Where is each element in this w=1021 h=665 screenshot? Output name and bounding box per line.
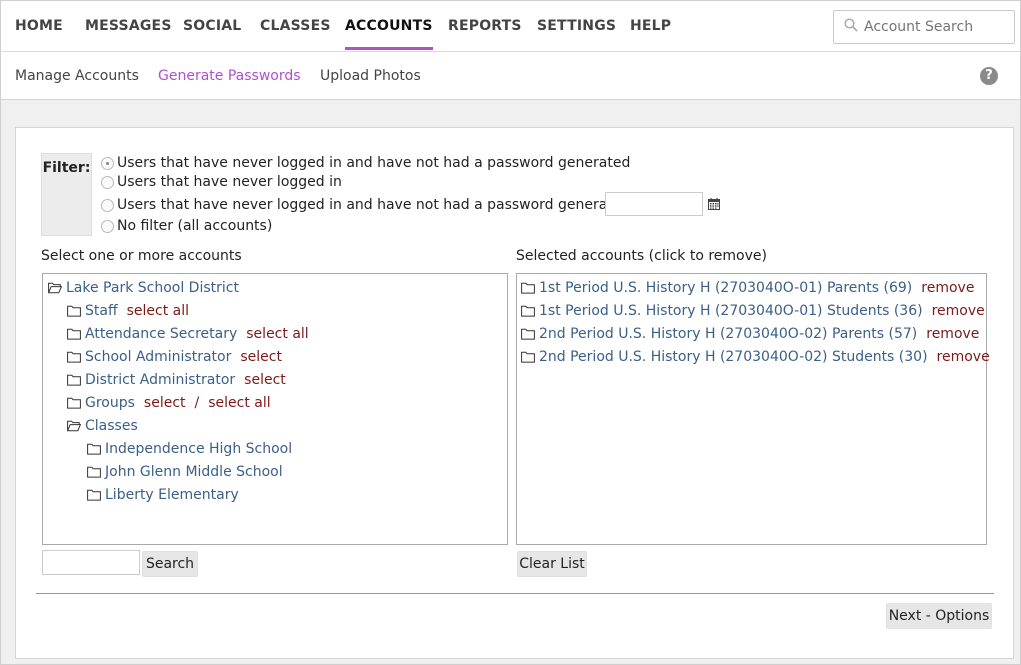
divider bbox=[36, 593, 994, 594]
nav-home[interactable]: HOME bbox=[15, 1, 63, 52]
filter-option-never-logged-no-password[interactable]: Users that have never logged in and have… bbox=[101, 153, 630, 173]
separator: / bbox=[195, 393, 200, 413]
selected-account-label[interactable]: 1st Period U.S. History H (2703040O-01) … bbox=[539, 278, 912, 298]
select-link[interactable]: select bbox=[240, 347, 282, 367]
selected-account-item[interactable]: 2nd Period U.S. History H (2703040O-02) … bbox=[521, 347, 990, 367]
tree-root[interactable]: Lake Park School District bbox=[48, 278, 239, 298]
radio-button[interactable] bbox=[101, 199, 114, 212]
radio-button[interactable] bbox=[101, 220, 114, 233]
nav-messages[interactable]: MESSAGES bbox=[85, 1, 172, 52]
filter-option-no-filter[interactable]: No filter (all accounts) bbox=[101, 216, 272, 236]
filter-option-label: Users that have never logged in bbox=[117, 174, 342, 190]
clear-list-button[interactable]: Clear List bbox=[517, 551, 587, 577]
filter-option-since-date[interactable]: Users that have never logged in and have… bbox=[101, 195, 671, 215]
filter-option-label: Users that have never logged in and have… bbox=[117, 197, 671, 213]
tree-item-school[interactable]: John Glenn Middle School bbox=[87, 462, 283, 482]
tree-label[interactable]: Classes bbox=[85, 416, 138, 436]
folder-icon bbox=[521, 282, 535, 294]
folder-icon bbox=[67, 305, 81, 317]
top-nav: HOME MESSAGES SOCIAL CLASSES ACCOUNTS RE… bbox=[1, 1, 1020, 52]
tree-item-staff[interactable]: Staff select all bbox=[67, 301, 189, 321]
folder-icon bbox=[87, 443, 101, 455]
folder-open-icon bbox=[48, 282, 62, 294]
selected-account-item[interactable]: 2nd Period U.S. History H (2703040O-02) … bbox=[521, 324, 979, 344]
search-button[interactable]: Search bbox=[142, 551, 198, 577]
subnav-upload-photos[interactable]: Upload Photos bbox=[320, 52, 421, 100]
since-date-input[interactable] bbox=[605, 192, 703, 216]
tree-label[interactable]: John Glenn Middle School bbox=[105, 462, 283, 482]
folder-icon bbox=[67, 328, 81, 340]
tree-item-groups[interactable]: Groups select / select all bbox=[67, 393, 271, 413]
tree-label[interactable]: School Administrator bbox=[85, 347, 231, 367]
tree-item-attendance-secretary[interactable]: Attendance Secretary select all bbox=[67, 324, 309, 344]
select-accounts-heading: Select one or more accounts bbox=[41, 248, 242, 264]
subnav-generate-passwords[interactable]: Generate Passwords bbox=[158, 52, 301, 100]
select-all-link[interactable]: select all bbox=[127, 301, 189, 321]
tree-label[interactable]: Independence High School bbox=[105, 439, 292, 459]
selected-account-label[interactable]: 1st Period U.S. History H (2703040O-01) … bbox=[539, 301, 923, 321]
folder-icon bbox=[87, 466, 101, 478]
subnav-manage-accounts[interactable]: Manage Accounts bbox=[15, 52, 139, 100]
select-all-link[interactable]: select all bbox=[208, 393, 270, 413]
tree-item-school[interactable]: Independence High School bbox=[87, 439, 292, 459]
selected-account-label[interactable]: 2nd Period U.S. History H (2703040O-02) … bbox=[539, 347, 928, 367]
account-search-input[interactable] bbox=[833, 10, 1015, 44]
folder-icon bbox=[87, 489, 101, 501]
remove-link[interactable]: remove bbox=[926, 324, 979, 344]
sub-nav: Manage Accounts Generate Passwords Uploa… bbox=[1, 52, 1020, 100]
filter-option-never-logged[interactable]: Users that have never logged in bbox=[101, 172, 342, 192]
next-options-button[interactable]: Next - Options bbox=[886, 603, 992, 629]
tree-label[interactable]: Staff bbox=[85, 301, 118, 321]
folder-icon bbox=[67, 397, 81, 409]
filter-option-label: Users that have never logged in and have… bbox=[117, 155, 630, 171]
help-icon[interactable]: ? bbox=[980, 67, 998, 85]
nav-help[interactable]: HELP bbox=[630, 1, 671, 52]
remove-link[interactable]: remove bbox=[921, 278, 974, 298]
filter-label: Filter: bbox=[41, 153, 92, 236]
nav-settings[interactable]: SETTINGS bbox=[537, 1, 616, 52]
search-icon bbox=[844, 18, 858, 32]
tree-label[interactable]: Attendance Secretary bbox=[85, 324, 237, 344]
selected-account-label[interactable]: 2nd Period U.S. History H (2703040O-02) … bbox=[539, 324, 917, 344]
select-all-link[interactable]: select all bbox=[246, 324, 308, 344]
nav-classes[interactable]: CLASSES bbox=[260, 1, 331, 52]
calendar-icon[interactable] bbox=[708, 198, 720, 210]
radio-button[interactable] bbox=[101, 157, 114, 170]
select-link[interactable]: select bbox=[244, 370, 286, 390]
tree-item-school-administrator[interactable]: School Administrator select bbox=[67, 347, 282, 367]
folder-icon bbox=[521, 351, 535, 363]
radio-button[interactable] bbox=[101, 176, 114, 189]
folder-open-icon bbox=[67, 420, 81, 432]
folder-icon bbox=[521, 305, 535, 317]
tree-item-school[interactable]: Liberty Elementary bbox=[87, 485, 239, 505]
tree-label[interactable]: Liberty Elementary bbox=[105, 485, 239, 505]
filter-option-label: No filter (all accounts) bbox=[117, 218, 272, 234]
tree-label[interactable]: Groups bbox=[85, 393, 135, 413]
tree-item-district-administrator[interactable]: District Administrator select bbox=[67, 370, 286, 390]
folder-icon bbox=[67, 351, 81, 363]
app-window: HOME MESSAGES SOCIAL CLASSES ACCOUNTS RE… bbox=[0, 0, 1021, 665]
nav-accounts[interactable]: ACCOUNTS bbox=[345, 1, 433, 52]
folder-icon bbox=[67, 374, 81, 386]
folder-icon bbox=[521, 328, 535, 340]
tree-label[interactable]: Lake Park School District bbox=[66, 278, 239, 298]
nav-reports[interactable]: REPORTS bbox=[448, 1, 522, 52]
selected-account-item[interactable]: 1st Period U.S. History H (2703040O-01) … bbox=[521, 301, 985, 321]
selected-accounts-heading: Selected accounts (click to remove) bbox=[516, 248, 767, 264]
selected-account-item[interactable]: 1st Period U.S. History H (2703040O-01) … bbox=[521, 278, 974, 298]
remove-link[interactable]: remove bbox=[937, 347, 990, 367]
tree-label[interactable]: District Administrator bbox=[85, 370, 235, 390]
nav-social[interactable]: SOCIAL bbox=[183, 1, 241, 52]
tree-item-classes[interactable]: Classes bbox=[67, 416, 138, 436]
tree-search-input[interactable] bbox=[42, 550, 140, 575]
remove-link[interactable]: remove bbox=[932, 301, 985, 321]
select-link[interactable]: select bbox=[144, 393, 186, 413]
